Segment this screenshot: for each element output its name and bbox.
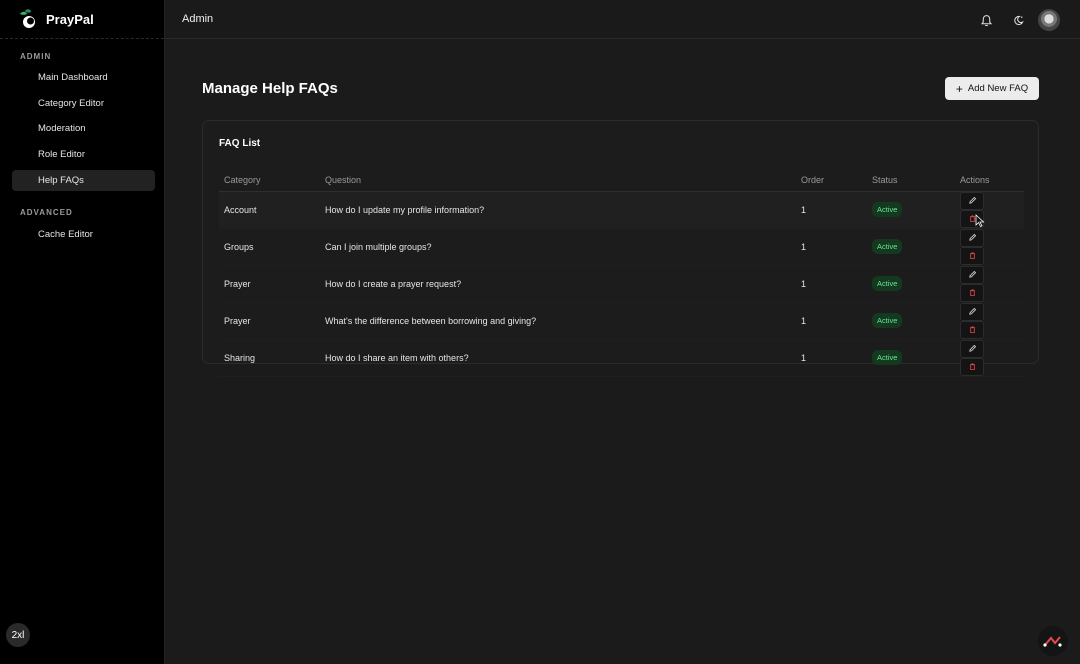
- delete-button[interactable]: [960, 283, 984, 302]
- table-row: Groups Can I join multiple groups? 1 Act…: [219, 228, 1024, 266]
- praypal-logo-icon: [17, 8, 39, 30]
- faq-list-card: FAQ List Category Question Order Status …: [202, 120, 1039, 377]
- bell-icon[interactable]: [976, 10, 996, 30]
- sidebar-item-role-editor[interactable]: Role Editor: [12, 144, 155, 165]
- cell-question: What's the difference between borrowing …: [320, 302, 796, 340]
- sidebar-section-advanced: ADVANCED: [20, 208, 73, 217]
- cell-order: 1: [796, 302, 867, 340]
- status-badge: Active: [872, 276, 903, 291]
- delete-button[interactable]: [960, 357, 984, 376]
- cell-order: 1: [796, 228, 867, 266]
- status-badge: Active: [872, 350, 903, 365]
- brand[interactable]: PrayPal: [0, 0, 164, 39]
- trash-icon: [969, 326, 975, 334]
- edit-button[interactable]: [960, 228, 984, 247]
- delete-button[interactable]: [960, 246, 984, 265]
- cell-category: Groups: [219, 228, 320, 266]
- edit-button[interactable]: [960, 339, 984, 358]
- edit-button[interactable]: [960, 302, 984, 321]
- topbar: Admin: [165, 0, 1080, 39]
- sidebar-item-help-faqs[interactable]: Help FAQs: [12, 169, 155, 191]
- pencil-icon: [968, 344, 976, 352]
- delete-button[interactable]: [960, 320, 984, 339]
- status-badge: Active: [872, 239, 903, 254]
- sidebar: PrayPal ADMIN Main Dashboard Category Ed…: [0, 0, 165, 664]
- column-header-category: Category: [219, 170, 320, 192]
- breakpoint-badge: 2xl: [6, 623, 30, 647]
- cell-category: Account: [219, 191, 320, 229]
- sidebar-item-cache-editor[interactable]: Cache Editor: [12, 224, 155, 245]
- faq-table: Category Question Order Status Actions A…: [219, 170, 1024, 377]
- sidebar-item-moderation[interactable]: Moderation: [12, 118, 155, 139]
- trash-icon: [969, 289, 975, 297]
- column-header-actions: Actions: [955, 170, 1024, 192]
- cell-category: Prayer: [219, 265, 320, 303]
- page-title: Manage Help FAQs: [202, 80, 338, 97]
- cell-question: Can I join multiple groups?: [320, 228, 796, 266]
- status-badge: Active: [872, 313, 903, 328]
- edit-button[interactable]: [960, 265, 984, 284]
- cell-order: 1: [796, 265, 867, 303]
- edit-button[interactable]: [960, 191, 984, 210]
- cell-category: Prayer: [219, 302, 320, 340]
- pencil-icon: [968, 196, 976, 204]
- pencil-icon: [968, 270, 976, 278]
- column-header-status: Status: [867, 170, 955, 192]
- plus-icon: +: [955, 81, 963, 96]
- add-faq-button[interactable]: + Add New FAQ: [945, 77, 1039, 100]
- sidebar-item-category-editor[interactable]: Category Editor: [12, 93, 155, 114]
- app-name: PrayPal: [46, 11, 94, 27]
- table-row: Prayer What's the difference between bor…: [219, 302, 1024, 340]
- cell-question: How do I share an item with others?: [320, 339, 796, 377]
- main-content: Manage Help FAQs + Add New FAQ FAQ List …: [165, 40, 1080, 664]
- topbar-title: Admin: [182, 13, 214, 25]
- avatar[interactable]: [1038, 9, 1060, 31]
- sidebar-item-main-dashboard[interactable]: Main Dashboard: [12, 67, 155, 88]
- table-header-row: Category Question Order Status Actions: [219, 170, 1024, 192]
- cell-question: How do I create a prayer request?: [320, 265, 796, 303]
- status-badge: Active: [872, 202, 903, 217]
- table-row: Sharing How do I share an item with othe…: [219, 339, 1024, 377]
- trash-icon: [969, 363, 975, 371]
- add-faq-label: Add New FAQ: [967, 83, 1029, 94]
- pencil-icon: [968, 233, 976, 241]
- column-header-order: Order: [796, 170, 867, 192]
- pencil-icon: [968, 307, 976, 315]
- table-row: Account How do I update my profile infor…: [219, 191, 1024, 229]
- theme-toggle-icon[interactable]: [1008, 10, 1028, 30]
- card-title: FAQ List: [219, 138, 261, 149]
- column-header-question: Question: [320, 170, 796, 192]
- sidebar-section-admin: ADMIN: [20, 52, 52, 61]
- cell-order: 1: [796, 339, 867, 377]
- cell-category: Sharing: [219, 339, 320, 377]
- cell-question: How do I update my profile information?: [320, 191, 796, 229]
- table-row: Prayer How do I create a prayer request?…: [219, 265, 1024, 303]
- trash-icon: [969, 252, 975, 260]
- cell-order: 1: [796, 191, 867, 229]
- devtools-logo-icon[interactable]: [1038, 626, 1068, 656]
- mouse-cursor-icon: [975, 214, 985, 228]
